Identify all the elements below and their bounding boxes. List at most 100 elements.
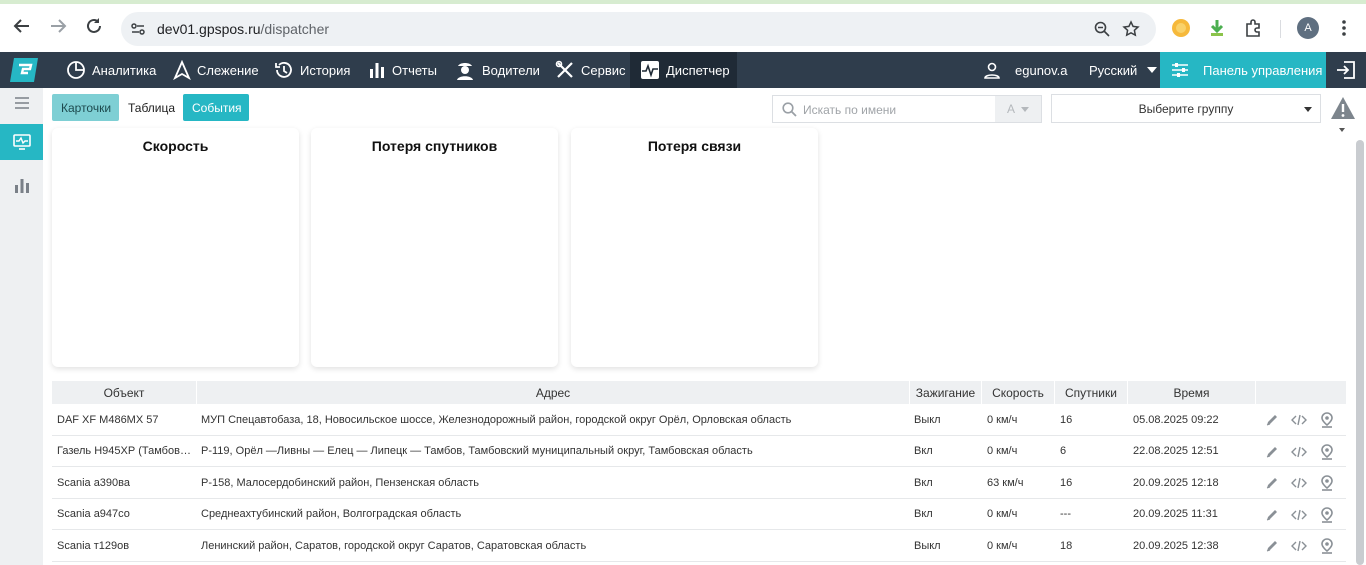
nav-drivers[interactable]: Водители xyxy=(454,52,540,88)
column-header-actions xyxy=(1256,381,1346,404)
search-input[interactable] xyxy=(803,101,993,119)
edit-icon[interactable] xyxy=(1264,538,1280,554)
drivers-icon xyxy=(457,63,473,80)
sidebar-item-dispatcher[interactable] xyxy=(0,124,43,160)
column-header-address[interactable]: Адрес xyxy=(197,381,910,404)
code-icon[interactable] xyxy=(1291,444,1307,460)
chevron-down-icon xyxy=(1021,106,1029,112)
nav-history[interactable]: История xyxy=(274,52,350,88)
view-cards-button[interactable]: Карточки xyxy=(52,94,119,121)
reports-icon xyxy=(370,63,384,78)
map-pin-icon[interactable] xyxy=(1319,506,1335,523)
nav-service-label: Сервис xyxy=(581,62,626,78)
cell-time: 22.08.2025 12:51 xyxy=(1133,445,1219,457)
objects-table: Объект Адрес Зажигание Скорость Спутники… xyxy=(52,381,1346,562)
sidebar-item-stats[interactable] xyxy=(0,167,43,203)
group-select-label: Выберите группу xyxy=(1138,101,1234,116)
cell-ignition: Вкл xyxy=(914,508,933,520)
group-select[interactable]: Выберите группу xyxy=(1051,94,1321,123)
cell-address: МУП Спецавтобаза, 18, Новосильское шоссе… xyxy=(201,413,792,426)
cell-address: Ленинский район, Саратов, городской окру… xyxy=(201,539,587,552)
user-menu[interactable]: egunov.a xyxy=(983,52,1068,88)
cell-object: DAF XF М486МХ 57 xyxy=(57,413,159,426)
table-row[interactable]: Scania а947со Среднеахтубинский район, В… xyxy=(52,499,1346,530)
code-icon[interactable] xyxy=(1291,475,1307,491)
code-icon[interactable] xyxy=(1291,412,1307,428)
nav-reports[interactable]: Отчеты xyxy=(368,52,437,88)
back-button[interactable] xyxy=(10,14,34,38)
back-arrow-icon xyxy=(13,19,29,33)
language-select[interactable]: Русский xyxy=(1089,52,1158,88)
edit-icon[interactable] xyxy=(1264,444,1280,460)
cell-speed: 0 км/ч xyxy=(987,508,1018,520)
cell-object: Scania а390ва xyxy=(57,476,130,489)
map-pin-icon[interactable] xyxy=(1319,443,1335,460)
monitor-pulse-icon xyxy=(12,134,31,150)
extension-download-icon[interactable] xyxy=(1206,17,1228,39)
service-icon xyxy=(555,60,573,78)
cell-address: Среднеахтубинский район, Волгоградская о… xyxy=(201,508,462,520)
app-topnav: Аналитика Слежение История Отчеты Водите… xyxy=(0,52,1366,88)
forward-button[interactable] xyxy=(46,14,70,38)
nav-dispatcher[interactable]: Диспетчер xyxy=(630,52,737,88)
chevron-down-icon xyxy=(1147,67,1158,73)
cell-speed: 63 км/ч xyxy=(987,476,1024,489)
logo-icon xyxy=(10,58,38,82)
column-header-ignition[interactable]: Зажигание xyxy=(910,381,982,404)
user-icon xyxy=(984,62,1000,79)
content-scrollbar[interactable] xyxy=(1356,140,1364,565)
code-icon[interactable] xyxy=(1291,538,1307,554)
zoom-icon[interactable] xyxy=(1094,21,1110,37)
address-bar[interactable]: dev01.gpspos.ru/dispatcher xyxy=(121,12,1156,46)
logout-button[interactable] xyxy=(1326,52,1366,88)
sort-toggle[interactable]: A xyxy=(995,96,1041,122)
edit-icon[interactable] xyxy=(1264,475,1280,491)
view-events-button[interactable]: События xyxy=(183,94,249,121)
column-header-speed[interactable]: Скорость xyxy=(982,381,1055,404)
view-table-button[interactable]: Таблица xyxy=(119,94,183,121)
map-pin-icon[interactable] xyxy=(1319,412,1335,428)
app-logo[interactable] xyxy=(8,56,42,84)
map-pin-icon[interactable] xyxy=(1319,538,1335,554)
table-row[interactable]: Газель Н945ХР (Тамбов… Р-119, Орёл —Ливн… xyxy=(52,436,1346,467)
nav-analytics-label: Аналитика xyxy=(92,62,157,78)
edit-icon[interactable] xyxy=(1264,412,1280,428)
card-speed: Скорость xyxy=(52,128,299,367)
nav-service[interactable]: Сервис xyxy=(555,52,626,88)
table-row[interactable]: DAF XF М486МХ 57 МУП Спецавтобаза, 18, Н… xyxy=(52,404,1346,436)
scroll-up-arrow-icon[interactable] xyxy=(1339,128,1345,132)
warning-icon[interactable] xyxy=(1330,96,1356,120)
nav-analytics[interactable]: Аналитика xyxy=(66,52,156,88)
search-icon xyxy=(782,102,797,117)
cell-satellites: --- xyxy=(1060,508,1071,520)
column-header-time[interactable]: Время xyxy=(1128,381,1256,404)
nav-tracking[interactable]: Слежение xyxy=(173,52,259,88)
control-panel-button[interactable]: Панель управления xyxy=(1160,52,1326,88)
reload-icon xyxy=(87,18,101,33)
table-row[interactable]: Scania а390ва Р-158, Малосердобинский ра… xyxy=(52,467,1346,499)
table-header: Объект Адрес Зажигание Скорость Спутники… xyxy=(52,381,1346,404)
nav-reports-label: Отчеты xyxy=(392,62,437,78)
chevron-down-icon xyxy=(1304,107,1312,112)
url-text: dev01.gpspos.ru/dispatcher xyxy=(157,21,329,37)
extensions-puzzle-icon[interactable] xyxy=(1242,17,1264,39)
profile-avatar[interactable]: A xyxy=(1297,17,1319,39)
table-row[interactable]: Scania т129ов Ленинский район, Саратов, … xyxy=(52,530,1346,562)
left-sidebar xyxy=(0,88,43,565)
browser-menu-icon[interactable] xyxy=(1333,17,1355,39)
reload-button[interactable] xyxy=(82,14,106,38)
nav-tracking-label: Слежение xyxy=(197,62,259,78)
bookmark-star-icon[interactable] xyxy=(1122,20,1140,38)
control-panel-label: Панель управления xyxy=(1203,62,1323,78)
column-header-satellites[interactable]: Спутники xyxy=(1055,381,1128,404)
edit-icon[interactable] xyxy=(1264,507,1280,523)
extension-orange-icon[interactable] xyxy=(1170,17,1192,39)
cell-satellites: 6 xyxy=(1060,445,1067,457)
site-settings-icon[interactable] xyxy=(130,21,146,37)
map-pin-icon[interactable] xyxy=(1319,475,1335,491)
nav-drivers-label: Водители xyxy=(482,62,540,78)
code-icon[interactable] xyxy=(1291,507,1307,523)
sidebar-menu-toggle[interactable] xyxy=(0,88,43,118)
column-header-object[interactable]: Объект xyxy=(52,381,197,404)
toolbar-divider xyxy=(1280,20,1281,38)
